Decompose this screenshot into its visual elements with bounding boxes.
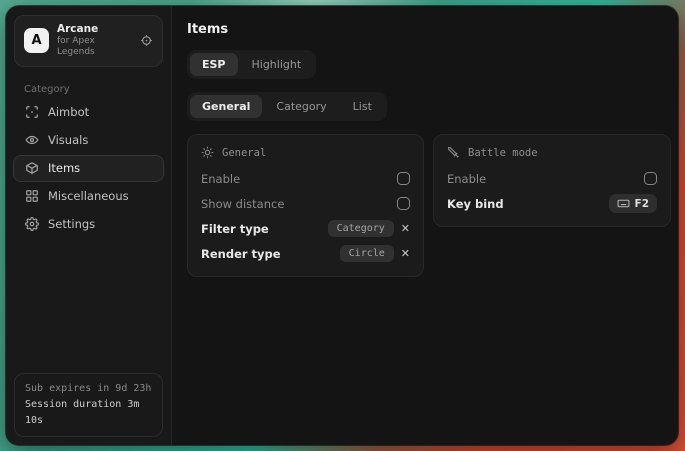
setting-label: Key bind <box>447 197 504 211</box>
tab-esp[interactable]: ESP <box>190 53 238 76</box>
crosshair-icon <box>25 105 39 119</box>
setting-label: Enable <box>447 172 486 186</box>
render-type-select[interactable]: Circle <box>340 245 394 262</box>
sidebar-item-aimbot[interactable]: Aimbot <box>13 99 164 126</box>
brand-name: Arcane <box>57 23 132 36</box>
setting-row-enable: Enable <box>201 167 410 190</box>
mode-tabs: ESP Highlight <box>187 50 316 79</box>
target-icon[interactable] <box>140 34 153 47</box>
battle-mode-panel: Battle mode Enable Key bind <box>433 134 671 227</box>
keybind-button[interactable]: F2 <box>609 194 657 213</box>
app-window: A Arcane for Apex Legends Category <box>6 6 678 445</box>
panel-title: General <box>222 147 266 159</box>
main-content: Items ESP Highlight General Category Lis… <box>172 6 678 445</box>
sidebar-item-label: Miscellaneous <box>48 189 129 203</box>
setting-row-enable: Enable <box>447 167 657 190</box>
session-duration-text: Session duration 3m 10s <box>25 397 152 429</box>
setting-label: Enable <box>201 172 240 186</box>
keybind-value: F2 <box>635 198 649 210</box>
brand-card: A Arcane for Apex Legends <box>14 15 163 67</box>
show-distance-checkbox[interactable] <box>397 197 410 210</box>
view-tabs: General Category List <box>187 92 387 121</box>
setting-row-show-distance: Show distance <box>201 192 410 215</box>
sidebar-item-label: Items <box>48 161 80 175</box>
setting-label: Filter type <box>201 222 269 236</box>
sword-icon <box>447 146 460 159</box>
sidebar-item-visuals[interactable]: Visuals <box>13 127 164 154</box>
sidebar-item-label: Settings <box>48 217 95 231</box>
tab-general[interactable]: General <box>190 95 262 118</box>
battle-enable-checkbox[interactable] <box>644 172 657 185</box>
tab-list[interactable]: List <box>341 95 384 118</box>
package-icon <box>25 161 39 175</box>
tab-highlight[interactable]: Highlight <box>240 53 314 76</box>
general-panel: General Enable Show distance Filter type… <box>187 134 424 277</box>
clear-filter-icon[interactable]: ✕ <box>401 223 410 234</box>
session-card: Sub expires in 9d 23h Session duration 3… <box>14 373 163 437</box>
panel-title: Battle mode <box>468 147 538 159</box>
keyboard-icon <box>617 197 630 210</box>
clear-render-icon[interactable]: ✕ <box>401 248 410 259</box>
sidebar-item-settings[interactable]: Settings <box>13 211 164 238</box>
enable-checkbox[interactable] <box>397 172 410 185</box>
setting-label: Render type <box>201 247 281 261</box>
sidebar-item-label: Visuals <box>48 133 88 147</box>
brand-logo: A <box>24 28 49 53</box>
page-title: Items <box>187 22 671 37</box>
sidebar-item-miscellaneous[interactable]: Miscellaneous <box>13 183 164 210</box>
eye-icon <box>25 133 39 147</box>
setting-row-key-bind: Key bind F2 <box>447 192 657 215</box>
setting-row-render-type: Render type Circle ✕ <box>201 242 410 265</box>
setting-label: Show distance <box>201 197 284 211</box>
sidebar-item-items[interactable]: Items <box>13 155 164 182</box>
brand-subtitle: for Apex Legends <box>57 36 132 59</box>
sidebar-nav: Aimbot Visuals Items <box>6 99 171 238</box>
gear-icon <box>25 217 39 231</box>
sidebar-item-label: Aimbot <box>48 105 89 119</box>
sun-icon <box>201 146 214 159</box>
filter-type-select[interactable]: Category <box>328 220 394 237</box>
setting-row-filter-type: Filter type Category ✕ <box>201 217 410 240</box>
sidebar-section-label: Category <box>24 84 171 95</box>
sub-expiry-text: Sub expires in 9d 23h <box>25 381 152 397</box>
grid-icon <box>25 189 39 203</box>
tab-category[interactable]: Category <box>264 95 338 118</box>
sidebar: A Arcane for Apex Legends Category <box>6 6 172 445</box>
